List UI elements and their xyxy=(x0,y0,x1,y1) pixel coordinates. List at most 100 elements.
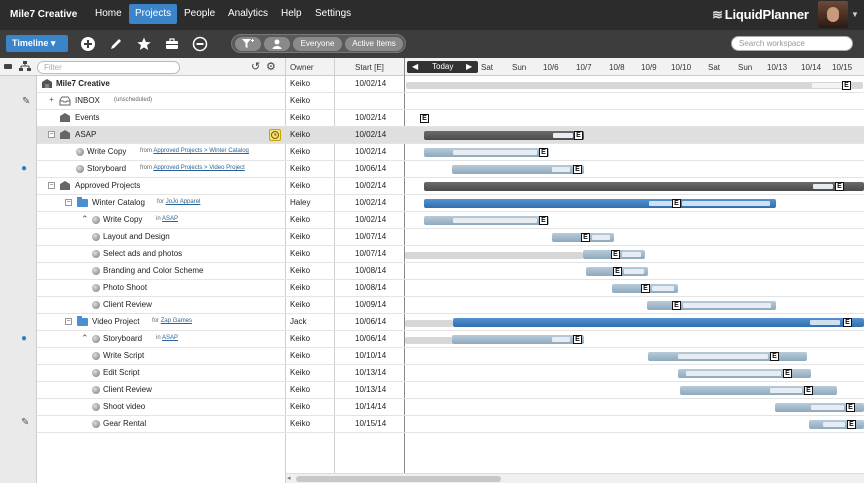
tree-row[interactable]: Client Review Keiko 10/13/14 E xyxy=(37,382,864,399)
expand-icon[interactable]: + xyxy=(48,96,55,104)
chevron-down-icon[interactable]: ▼ xyxy=(851,10,859,19)
view-select[interactable]: Timeline ▾ xyxy=(6,35,68,52)
context-link[interactable]: ASAP xyxy=(162,335,178,341)
context-link[interactable]: Zap Games xyxy=(161,318,192,324)
tree-icon[interactable] xyxy=(19,61,31,74)
owner-column-header[interactable]: Owner xyxy=(290,63,314,72)
owner-cell[interactable]: Keiko xyxy=(290,300,310,309)
owner-cell[interactable]: Keiko xyxy=(290,419,310,428)
today-control[interactable]: ◀ Today ▶ xyxy=(407,61,478,73)
collapse-icon[interactable]: − xyxy=(48,182,55,189)
gantt-bar[interactable]: E xyxy=(583,250,645,259)
owner-cell[interactable]: Keiko xyxy=(290,113,310,122)
search-input[interactable]: Search workspace xyxy=(731,36,853,51)
gantt-bar[interactable]: E xyxy=(424,148,549,157)
owner-cell[interactable]: Keiko xyxy=(290,79,310,88)
tree-row[interactable]: Write Script Keiko 10/10/14 E xyxy=(37,348,864,365)
context-link[interactable]: ASAP xyxy=(162,216,178,222)
gantt-bar[interactable]: E xyxy=(678,369,811,378)
nav-analytics[interactable]: Analytics xyxy=(222,4,274,24)
owner-cell[interactable]: Keiko xyxy=(290,351,310,360)
owner-cell[interactable]: Keiko xyxy=(290,181,310,190)
start-column-header[interactable]: Start [E] xyxy=(355,63,384,72)
scrollbar-thumb[interactable] xyxy=(296,476,501,482)
owner-cell[interactable]: Keiko xyxy=(290,402,310,411)
context-link[interactable]: JoJo Apparel xyxy=(166,199,201,205)
tree-row[interactable]: Photo Shoot Keiko 10/08/14 E xyxy=(37,280,864,297)
workspace-name[interactable]: Mile7 Creative xyxy=(10,9,77,20)
tree-row[interactable]: Select ads and photos Keiko 10/07/14 E xyxy=(37,246,864,263)
user-avatar[interactable] xyxy=(818,1,848,28)
collapse-icon[interactable]: − xyxy=(65,318,72,325)
today-button[interactable]: Today xyxy=(432,62,453,71)
refresh-icon[interactable]: ↺ xyxy=(251,60,260,73)
comment-icon[interactable]: ● xyxy=(21,333,27,344)
clock-icon[interactable] xyxy=(269,129,281,141)
briefcase-icon[interactable] xyxy=(164,36,180,52)
nav-people[interactable]: People xyxy=(178,4,221,24)
owner-cell[interactable]: Jack xyxy=(290,317,306,326)
tree-row[interactable]: ● Storyboard from Approved Projects > Vi… xyxy=(21,161,864,178)
gear-icon[interactable]: ⚙ xyxy=(266,60,276,73)
collapse-icon[interactable]: − xyxy=(65,199,72,206)
owner-cell[interactable]: Keiko xyxy=(290,266,310,275)
nav-settings[interactable]: Settings xyxy=(309,4,357,24)
tree-row[interactable]: − Approved Projects Keiko 10/02/14 E xyxy=(37,178,864,195)
gantt-bar[interactable]: E xyxy=(647,301,776,310)
add-icon[interactable] xyxy=(80,36,96,52)
tree-row[interactable]: − Winter Catalog for JoJo Apparel Haley … xyxy=(37,195,864,212)
tree-row[interactable]: Client Review Keiko 10/09/14 E xyxy=(37,297,864,314)
owner-cell[interactable]: Keiko xyxy=(290,215,310,224)
tree-row[interactable]: − Video Project for Zap Games Jack 10/06… xyxy=(37,314,864,331)
owner-cell[interactable]: Keiko xyxy=(290,283,310,292)
gantt-bar[interactable]: E xyxy=(424,131,584,140)
paperclip-icon[interactable]: ✎ xyxy=(22,96,30,107)
gantt-bar[interactable]: E xyxy=(612,284,678,293)
nav-home[interactable]: Home xyxy=(89,4,128,24)
tree-row[interactable]: Write Copy from Approved Projects > Wint… xyxy=(37,144,864,161)
gantt-bar[interactable]: E xyxy=(406,81,863,90)
tree-row[interactable]: ⌃ Write Copy in ASAP Keiko 10/02/14 E xyxy=(37,212,864,229)
tree-row[interactable]: Branding and Color Scheme Keiko 10/08/14… xyxy=(37,263,864,280)
gantt-bar[interactable]: E xyxy=(809,420,864,429)
tree-row[interactable]: Edit Script Keiko 10/13/14 E xyxy=(37,365,864,382)
prev-arrow-icon[interactable]: ◀ xyxy=(412,62,418,71)
gantt-bar[interactable]: E xyxy=(452,335,584,344)
gantt-bar[interactable]: E xyxy=(648,352,807,361)
scroll-left-icon[interactable]: ◂ xyxy=(287,474,291,482)
owner-cell[interactable]: Keiko xyxy=(290,334,310,343)
tree-row[interactable]: ● ⌃ Storyboard in ASAP Keiko 10/06/14 E xyxy=(21,331,864,348)
gantt-bar[interactable]: E xyxy=(552,233,614,242)
tree-row[interactable]: Events Keiko 10/02/14 E xyxy=(37,110,864,127)
collapse-all-icon[interactable] xyxy=(4,64,12,69)
nav-projects[interactable]: Projects xyxy=(129,4,178,24)
filter-active-items[interactable]: Active Items xyxy=(345,37,403,51)
owner-cell[interactable]: Keiko xyxy=(290,164,310,173)
star-icon[interactable] xyxy=(136,36,152,52)
filter-everyone[interactable]: Everyone xyxy=(293,37,342,51)
gantt-bar[interactable]: E xyxy=(680,386,837,395)
next-arrow-icon[interactable]: ▶ xyxy=(466,62,472,71)
gantt-bar[interactable]: E xyxy=(453,318,864,327)
context-link[interactable]: Approved Projects > Winter Catalog xyxy=(153,148,249,154)
gantt-bar[interactable]: E xyxy=(424,216,549,225)
context-link[interactable]: Approved Projects > Video Project xyxy=(153,165,244,171)
gantt-bar[interactable]: E xyxy=(452,165,584,174)
paperclip-icon[interactable]: ✎ xyxy=(21,417,29,428)
owner-cell[interactable]: Haley xyxy=(290,198,310,207)
tree-row[interactable]: Shoot video Keiko 10/14/14 E xyxy=(37,399,864,416)
tree-row[interactable]: Mile7 Creative Keiko 10/02/14 E xyxy=(37,76,864,93)
owner-cell[interactable]: Keiko xyxy=(290,147,310,156)
owner-cell[interactable]: Keiko xyxy=(290,232,310,241)
filter-funnel-icon[interactable] xyxy=(235,37,261,51)
tree-row[interactable]: − ASAP Keiko 10/02/14 E xyxy=(37,127,864,144)
minus-circle-icon[interactable] xyxy=(192,36,208,52)
owner-cell[interactable]: Keiko xyxy=(290,130,310,139)
filter-input[interactable]: Filter xyxy=(37,61,180,74)
gantt-bar[interactable]: E xyxy=(775,403,864,412)
gantt-bar[interactable]: E xyxy=(424,182,864,191)
tree-row[interactable]: Layout and Design Keiko 10/07/14 E xyxy=(37,229,864,246)
person-icon[interactable] xyxy=(264,37,290,51)
collapse-icon[interactable]: − xyxy=(48,131,55,138)
owner-cell[interactable]: Keiko xyxy=(290,249,310,258)
